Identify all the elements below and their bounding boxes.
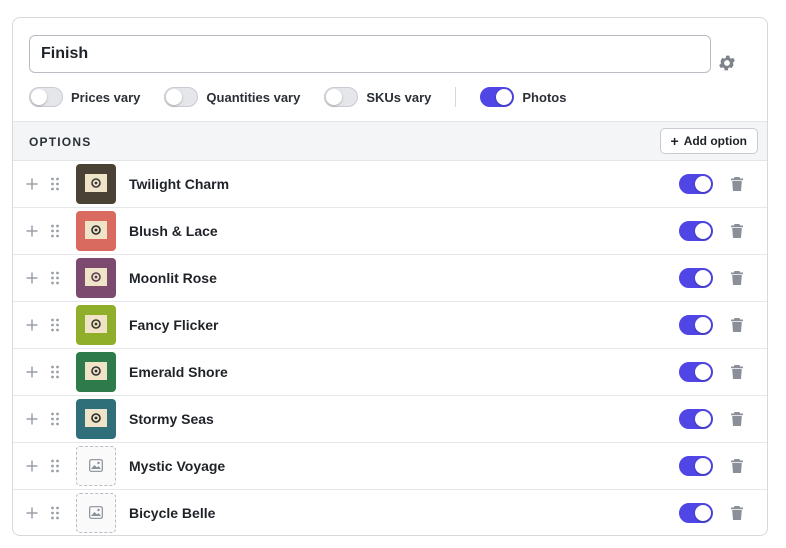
option-row: Emerald Shore [13, 349, 767, 396]
option-row: Bicycle Belle [13, 490, 767, 535]
option-row: Fancy Flicker [13, 302, 767, 349]
option-photo[interactable] [76, 211, 116, 251]
option-name: Emerald Shore [129, 364, 228, 380]
drag-handle-icon[interactable] [50, 271, 60, 285]
options-title: OPTIONS [29, 135, 92, 149]
drag-handle-icon[interactable] [50, 318, 60, 332]
option-enabled-switch[interactable] [679, 409, 713, 429]
add-sub-option-icon[interactable] [26, 319, 38, 331]
add-sub-option-icon[interactable] [26, 413, 38, 425]
trash-icon[interactable] [730, 411, 744, 427]
option-photo[interactable] [76, 164, 116, 204]
options-list: Twilight Charm Blush & Lace Moonlit Rose… [13, 161, 767, 535]
option-enabled-switch[interactable] [679, 456, 713, 476]
prices-vary-label: Prices vary [71, 89, 141, 105]
add-sub-option-icon[interactable] [26, 366, 38, 378]
trash-icon[interactable] [730, 176, 744, 192]
trash-icon[interactable] [730, 317, 744, 333]
option-photo[interactable] [76, 258, 116, 298]
option-row: Twilight Charm [13, 161, 767, 208]
option-name: Bicycle Belle [129, 505, 216, 521]
option-row: Blush & Lace [13, 208, 767, 255]
trash-icon[interactable] [730, 364, 744, 380]
toggle-photos[interactable]: Photos [480, 87, 566, 107]
photos-label: Photos [522, 89, 567, 105]
option-enabled-switch[interactable] [679, 268, 713, 288]
skus-vary-label: SKUs vary [366, 89, 432, 105]
add-option-button[interactable]: + Add option [659, 128, 758, 154]
quantities-vary-switch[interactable] [164, 87, 199, 107]
add-photo-placeholder[interactable] [76, 446, 116, 486]
add-sub-option-icon[interactable] [26, 460, 38, 472]
photos-switch[interactable] [480, 87, 515, 107]
option-name: Twilight Charm [129, 176, 230, 192]
plus-icon: + [670, 133, 679, 149]
gear-icon[interactable] [717, 53, 737, 73]
add-sub-option-icon[interactable] [26, 178, 38, 190]
option-name: Fancy Flicker [129, 317, 219, 333]
prices-vary-switch[interactable] [29, 87, 63, 107]
options-header: OPTIONS + Add option [13, 121, 767, 161]
option-row: Mystic Voyage [13, 443, 767, 490]
toggle-prices-vary[interactable]: Prices vary [29, 87, 140, 107]
option-enabled-switch[interactable] [679, 315, 713, 335]
option-photo[interactable] [76, 399, 116, 439]
trash-icon[interactable] [730, 270, 744, 286]
option-row: Stormy Seas [13, 396, 767, 443]
option-enabled-switch[interactable] [679, 174, 713, 194]
add-sub-option-icon[interactable] [26, 225, 38, 237]
add-photo-placeholder[interactable] [76, 493, 116, 533]
quantities-vary-label: Quantities vary [206, 89, 301, 105]
image-placeholder-icon [89, 459, 103, 472]
drag-handle-icon[interactable] [50, 224, 60, 238]
option-name: Blush & Lace [129, 223, 218, 239]
option-enabled-switch[interactable] [679, 221, 713, 241]
trash-icon[interactable] [730, 505, 744, 521]
toggle-quantities-vary[interactable]: Quantities vary [164, 87, 300, 107]
drag-handle-icon[interactable] [50, 412, 60, 426]
option-enabled-switch[interactable] [679, 503, 713, 523]
skus-vary-switch[interactable] [324, 87, 359, 107]
drag-handle-icon[interactable] [50, 506, 60, 520]
option-photo[interactable] [76, 352, 116, 392]
variant-toggles: Prices vary Quantities vary SKUs vary Ph… [29, 85, 566, 109]
variant-settings: Prices vary Quantities vary SKUs vary Ph… [13, 18, 767, 121]
variant-name-input[interactable] [29, 35, 711, 73]
option-name: Stormy Seas [129, 411, 214, 427]
option-row: Moonlit Rose [13, 255, 767, 302]
drag-handle-icon[interactable] [50, 177, 60, 191]
toggle-skus-vary[interactable]: SKUs vary [324, 87, 431, 107]
add-option-label: Add option [683, 134, 747, 148]
add-sub-option-icon[interactable] [26, 272, 38, 284]
add-sub-option-icon[interactable] [26, 507, 38, 519]
toggle-divider [455, 87, 457, 107]
option-name: Mystic Voyage [129, 458, 226, 474]
trash-icon[interactable] [730, 458, 744, 474]
drag-handle-icon[interactable] [50, 459, 60, 473]
image-placeholder-icon [89, 506, 103, 519]
trash-icon[interactable] [730, 223, 744, 239]
option-name: Moonlit Rose [129, 270, 217, 286]
variant-card: Prices vary Quantities vary SKUs vary Ph… [12, 17, 768, 536]
option-photo[interactable] [76, 305, 116, 345]
drag-handle-icon[interactable] [50, 365, 60, 379]
option-enabled-switch[interactable] [679, 362, 713, 382]
